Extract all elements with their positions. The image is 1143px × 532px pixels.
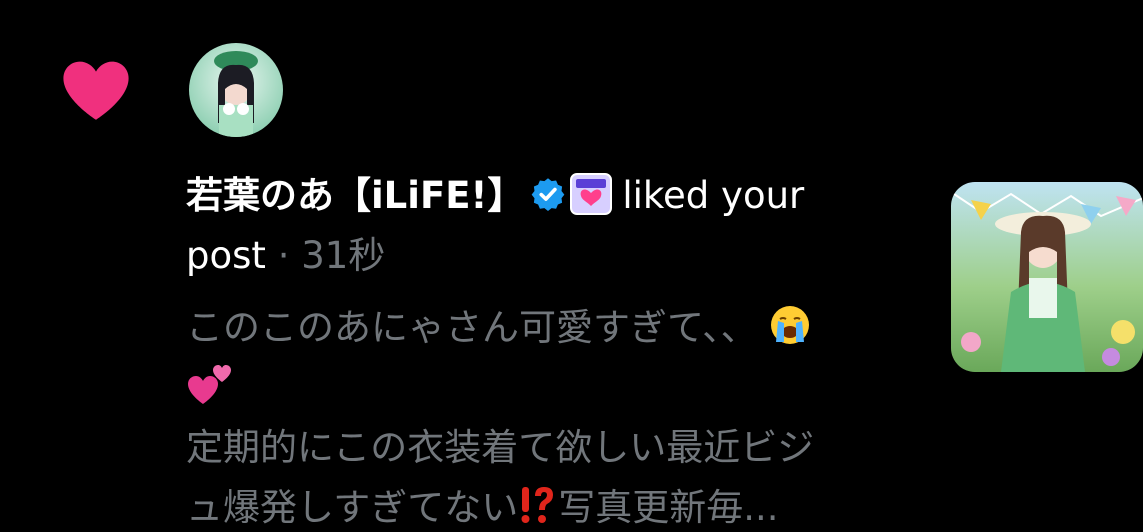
preview-line3-start: ュ爆発しすぎてない	[186, 486, 519, 529]
preview-line2: 定期的にこの衣装着て欲しい最近ビジ	[186, 426, 815, 469]
heart-icon	[63, 61, 129, 120]
action-text-line2: post	[186, 234, 266, 277]
preview-line3-end: 写真更新毎...	[558, 486, 779, 529]
avatar[interactable]	[189, 43, 283, 137]
actor-name[interactable]: 若葉のあ【iLiFE!】	[186, 174, 524, 217]
loudly-crying-face-emoji	[771, 306, 810, 344]
two-hearts-emoji	[188, 365, 231, 404]
verified-badge-icon	[532, 178, 565, 211]
action-text-line1: liked your	[622, 174, 805, 217]
notification-headline: 若葉のあ【iLiFE!】 liked your post · 31秒	[186, 166, 886, 286]
exclamation-question-mark-emoji	[521, 487, 554, 523]
preview-line1: このこのあにゃさん可愛すぎて、、	[186, 306, 758, 349]
timestamp[interactable]: 31秒	[301, 234, 385, 277]
separator: ·	[277, 234, 290, 277]
post-preview[interactable]: このこのあにゃさん可愛すぎて、、 定期的にこの衣装着て欲しい最近ビジ ュ爆発しす…	[186, 298, 886, 532]
post-thumbnail[interactable]	[951, 182, 1143, 372]
ilife-affiliation-badge-icon[interactable]	[570, 173, 613, 215]
